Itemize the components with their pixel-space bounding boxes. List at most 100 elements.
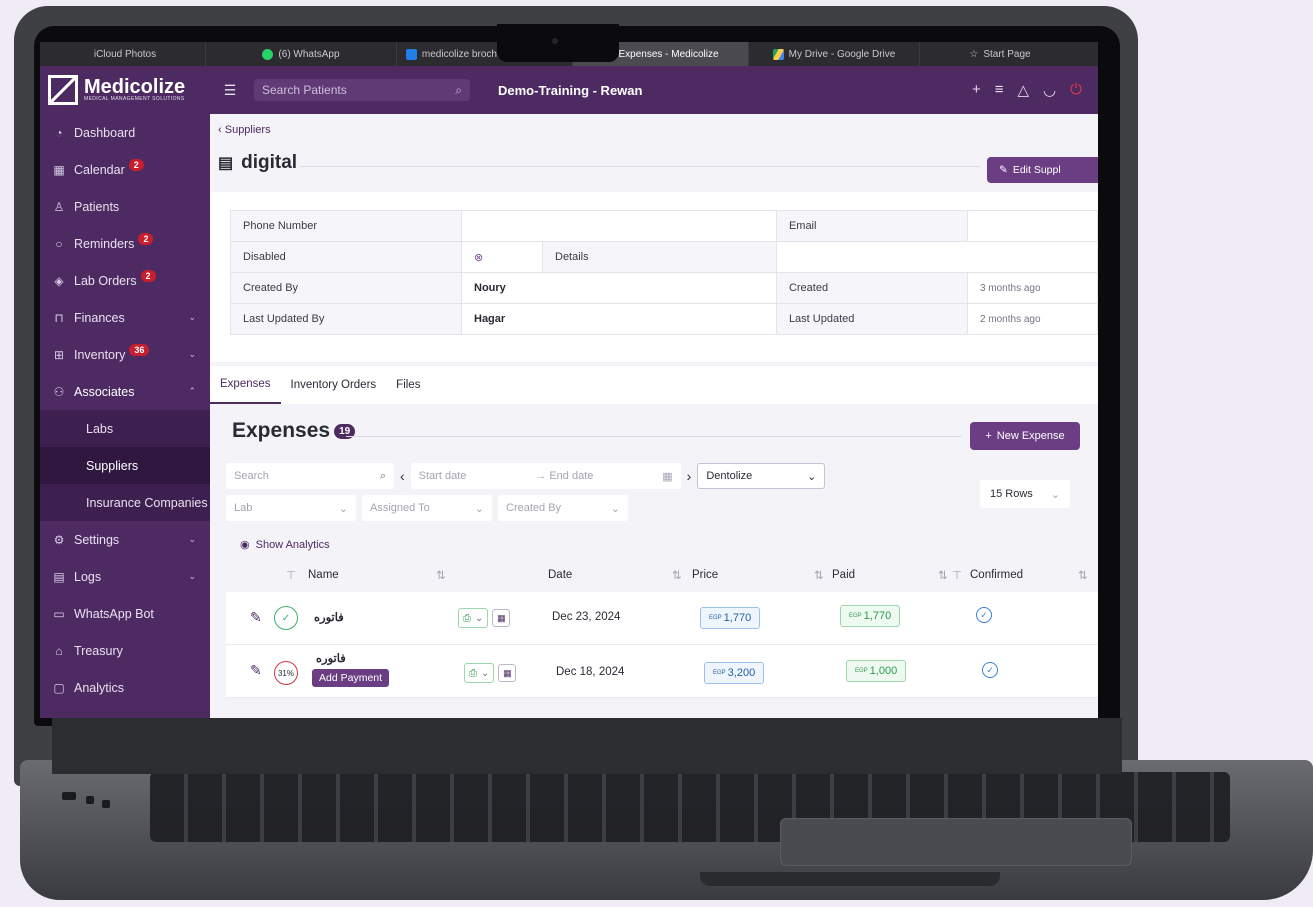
chevron-down-icon: ⌄ (1050, 488, 1060, 501)
sidebar-item-lab-orders[interactable]: ◈ Lab Orders 2 (40, 262, 210, 299)
paid-check-icon: ✓ (274, 606, 298, 630)
camera-notch (497, 24, 619, 62)
logo-mark-icon (48, 75, 78, 105)
chevron-down-icon: ⌄ (188, 534, 196, 544)
confirmed-check-icon[interactable]: ✓ (976, 607, 992, 623)
print-button[interactable]: ⎙ ⌄ (458, 608, 489, 628)
table-row[interactable]: ✎ ✓ فاتوره ⎙ ⌄ ▦ Dec 23, 2024 EGP 1,770 EGP… (226, 592, 1098, 645)
browser-tab[interactable]: My Drive - Google Drive (749, 42, 920, 66)
expenses-heading: Expenses 19 (232, 419, 356, 443)
expense-date: Dec 18, 2024 (556, 666, 625, 678)
sidebar-item-patients[interactable]: ♙ Patients (40, 188, 210, 225)
date-range-picker[interactable]: Start date → End date ▦ (410, 463, 681, 489)
expense-name[interactable]: فاتوره (314, 610, 344, 624)
tab-expenses[interactable]: Expenses (210, 366, 281, 404)
sidebar-item-associates[interactable]: ⚇ Associates ⌃ (40, 373, 210, 410)
sidebar-item-analytics[interactable]: ▢ Analytics (40, 669, 210, 706)
column-price[interactable]: Price (692, 569, 718, 581)
add-icon[interactable]: + (972, 81, 981, 99)
sort-icon[interactable]: ⇅ (436, 568, 446, 582)
sidebar-item-finances[interactable]: ⊓ Finances ⌄ (40, 299, 210, 336)
sidebar-item-calendar[interactable]: ▦ Calendar 2 (40, 151, 210, 188)
table-header: ⊤ Name ⇅ Date ⇅ Price ⇅ Paid ⇅ ⊤ Confirm… (226, 560, 1098, 590)
screen: iCloud Photos (6) WhatsApp medicolize br… (40, 42, 1098, 718)
pencil-icon[interactable]: ✎ (250, 662, 262, 679)
created-by-filter[interactable]: Created By ⌄ (498, 495, 628, 521)
laptop-foot (700, 872, 1000, 886)
lab-filter[interactable]: Lab ⌄ (226, 495, 356, 521)
sidebar-item-reminders[interactable]: ○ Reminders 2 (40, 225, 210, 262)
filter-icon[interactable]: ⊤ (952, 568, 962, 582)
bell-icon[interactable]: △ (1017, 81, 1029, 99)
lab-orders-badge: 2 (140, 269, 156, 282)
column-paid[interactable]: Paid (832, 569, 855, 581)
sort-icon[interactable]: ⇅ (672, 568, 682, 582)
show-analytics-toggle[interactable]: ◉ Show Analytics (240, 538, 330, 552)
camera-icon (552, 38, 558, 44)
usb-port (102, 800, 110, 808)
qr-code-icon[interactable]: ▦ (492, 609, 511, 627)
sidebar-item-settings[interactable]: ⚙ Settings ⌄ (40, 521, 210, 558)
chevron-left-icon[interactable]: ‹ (400, 468, 405, 484)
tooth-icon[interactable]: ◡ (1043, 81, 1056, 99)
sidebar-item-logs[interactable]: ▤ Logs ⌄ (40, 558, 210, 595)
chevron-right-icon[interactable]: › (687, 468, 692, 484)
browser-tab[interactable]: ☆ Start Page (920, 42, 1080, 66)
column-name[interactable]: Name (308, 569, 339, 581)
pencil-icon[interactable]: ✎ (250, 609, 262, 626)
column-date[interactable]: Date (548, 569, 572, 581)
updated-by-value: Hagar (461, 303, 777, 335)
chevron-down-icon: ⌄ (475, 612, 484, 624)
print-button[interactable]: ⎙ ⌄ (464, 663, 495, 683)
drive-icon (772, 48, 784, 60)
edit-supplier-button[interactable]: ✎ Edit Suppl (987, 157, 1098, 183)
list-icon[interactable]: ≡ (995, 81, 1004, 99)
updated-label: Last Updated (775, 303, 968, 335)
associates-submenu: Labs Suppliers Insurance Companies (40, 410, 210, 521)
clinic-select[interactable]: Dentolize ⌄ (697, 463, 826, 489)
brand-logo[interactable]: Medicolize MEDICAL MANAGEMENT SOLUTIONS (40, 75, 218, 105)
breadcrumb[interactable]: ‹ Suppliers (218, 124, 271, 136)
new-expense-button[interactable]: + New Expense (970, 422, 1080, 450)
main-content: ‹ Suppliers ▤ digital ✎ Edit Suppl Phone N… (210, 114, 1098, 718)
disabled-x-icon: ⊗ (461, 241, 543, 273)
expense-name[interactable]: فاتوره (316, 651, 346, 665)
power-icon[interactable]: ⏻ (1070, 81, 1082, 99)
assigned-to-filter[interactable]: Assigned To ⌄ (362, 495, 492, 521)
sidebar-item-dashboard[interactable]: ◔ Dashboard (40, 114, 210, 151)
sidebar-item-treasury[interactable]: ⌂ Treasury (40, 632, 210, 669)
trackpad (780, 818, 1132, 866)
tab-inventory-orders[interactable]: Inventory Orders (281, 366, 387, 404)
chevron-down-icon: ⌄ (807, 470, 817, 483)
browser-tab[interactable]: iCloud Photos (40, 42, 206, 66)
plus-icon: + (985, 430, 992, 442)
sort-icon[interactable]: ⇅ (1078, 568, 1088, 582)
table-row[interactable]: ✎ 31% فاتوره Add Payment ⎙ ⌄ ▦ Dec 18, 202… (226, 645, 1098, 698)
supplier-tabs: Expenses Inventory Orders Files (210, 366, 1098, 404)
usb-port (62, 792, 76, 800)
search-icon: ⌕ (379, 469, 386, 482)
patient-search-input[interactable]: Search Patients ⌕ (254, 79, 470, 101)
usb-port (86, 796, 94, 804)
column-confirmed[interactable]: Confirmed (970, 569, 1023, 581)
sidebar-item-inventory[interactable]: ⊞ Inventory 36 ⌄ (40, 336, 210, 373)
user-icon: ♙ (53, 199, 65, 214)
tab-files[interactable]: Files (386, 366, 430, 404)
filter-icon[interactable]: ⊤ (286, 568, 296, 582)
divider (346, 436, 962, 437)
updated-by-label: Last Updated By (230, 303, 462, 335)
menu-toggle-icon[interactable]: ☰ (218, 82, 242, 99)
expense-search-input[interactable]: Search ⌕ (226, 463, 394, 489)
sidebar-item-labs[interactable]: Labs (40, 410, 210, 447)
sort-icon[interactable]: ⇅ (814, 568, 824, 582)
sidebar-item-whatsapp-bot[interactable]: ▭ WhatsApp Bot (40, 595, 210, 632)
rows-per-page-select[interactable]: 15 Rows ⌄ (980, 480, 1070, 508)
confirmed-check-icon[interactable]: ✓ (982, 662, 998, 678)
browser-tab[interactable]: (6) WhatsApp (206, 42, 397, 66)
sort-icon[interactable]: ⇅ (938, 568, 948, 582)
qr-code-icon[interactable]: ▦ (498, 664, 517, 682)
add-payment-button[interactable]: Add Payment (312, 669, 390, 687)
sidebar-item-insurance[interactable]: Insurance Companies (40, 484, 210, 521)
sidebar-item-suppliers[interactable]: Suppliers (40, 447, 210, 484)
supplier-info-card: Phone Number Email Disabled ⊗ Details Cr… (210, 192, 1098, 362)
